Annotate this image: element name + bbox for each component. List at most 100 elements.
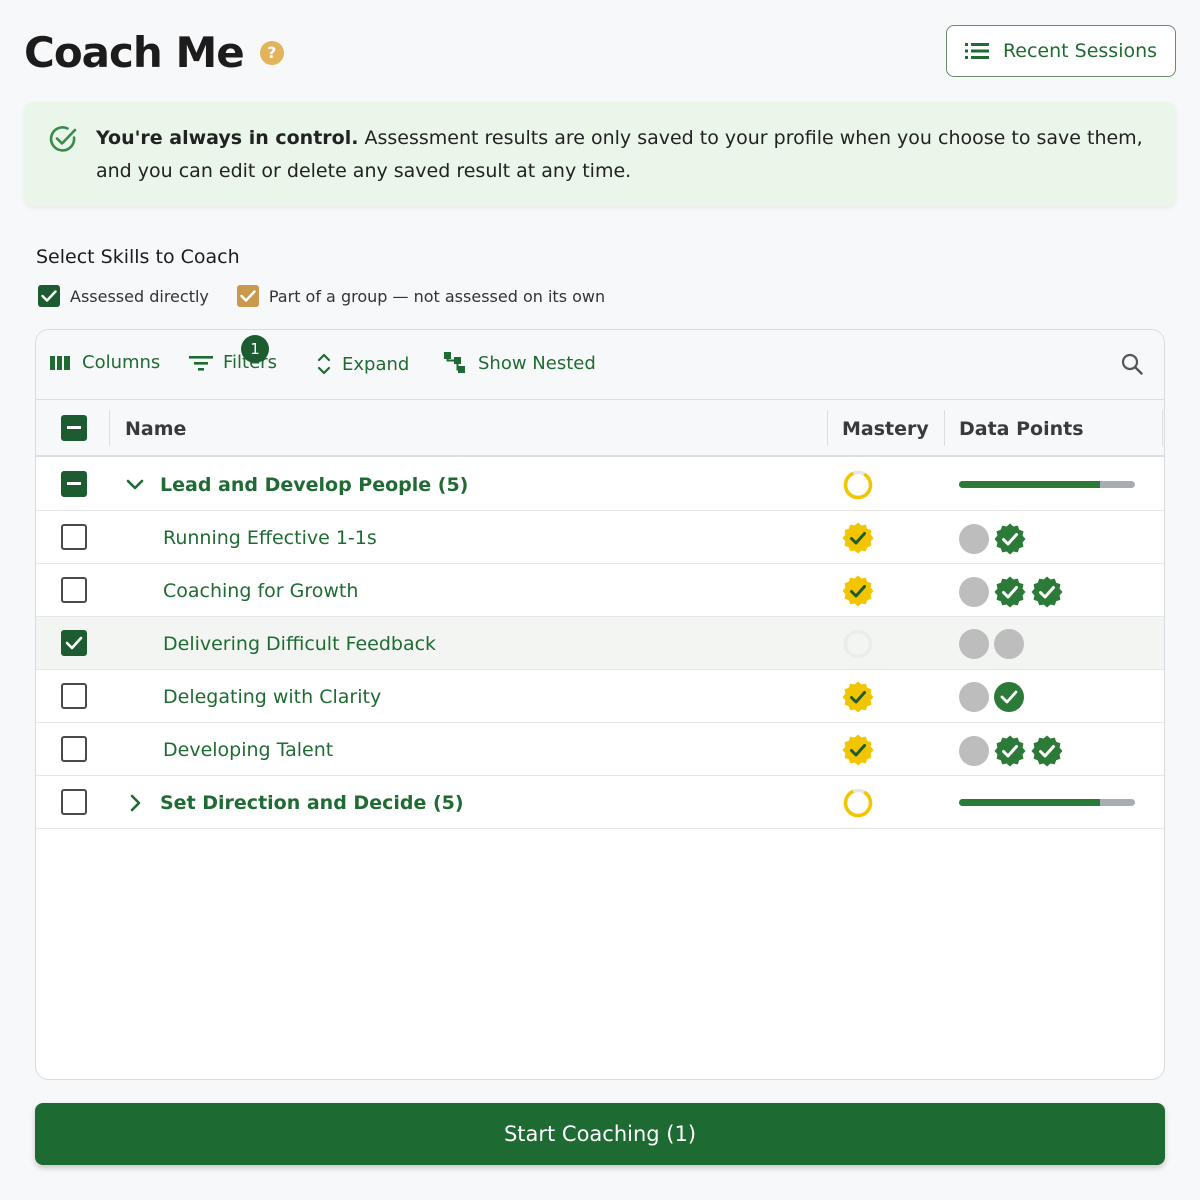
progress-fill <box>959 799 1100 806</box>
legend-label: Part of a group — not assessed on its ow… <box>268 286 606 306</box>
table-row[interactable]: Developing Talent <box>36 723 1164 776</box>
banner-bold-text: You're always in control. <box>96 127 359 149</box>
row-checkbox[interactable] <box>61 577 87 603</box>
row-name: Coaching for Growth <box>163 579 359 602</box>
skills-grid: Columns Filters 1 Expand Show Nested Nam… <box>35 329 1165 1080</box>
columns-icon <box>50 355 70 370</box>
table-row[interactable]: Running Effective 1-1s <box>36 511 1164 564</box>
empty-point-icon <box>959 577 989 607</box>
data-points-cell <box>959 629 1024 659</box>
expand-icon <box>317 353 331 375</box>
column-separator <box>944 410 945 446</box>
row-checkbox[interactable] <box>61 736 87 762</box>
mastery-cell <box>842 787 874 823</box>
table-row[interactable]: Coaching for Growth <box>36 564 1164 617</box>
legend-label: Assessed directly <box>70 286 209 306</box>
show-nested-button[interactable]: Show Nested <box>444 352 596 374</box>
filter-count-badge: 1 <box>241 335 269 363</box>
mastery-badge-icon <box>842 522 874 554</box>
start-coaching-button[interactable]: Start Coaching (1) <box>35 1103 1165 1165</box>
group-row[interactable]: Lead and Develop People (5) <box>36 458 1164 511</box>
mastery-cell <box>842 681 874 717</box>
table-row[interactable]: Delegating with Clarity <box>36 670 1164 723</box>
empty-point-icon <box>959 524 989 554</box>
legend: Assessed directly Part of a group — not … <box>38 285 633 307</box>
control-info-banner: You're always in control. Assessment res… <box>24 102 1176 206</box>
column-separator <box>1162 410 1163 446</box>
show-nested-label: Show Nested <box>478 352 596 374</box>
row-checkbox[interactable] <box>61 524 87 550</box>
data-points-cell <box>959 682 1024 712</box>
data-points-cell <box>959 735 1063 767</box>
mastery-badge-icon <box>842 734 874 766</box>
row-name: Delivering Difficult Feedback <box>163 632 437 655</box>
legend-check-gold-icon <box>236 285 259 307</box>
table-row[interactable]: Delivering Difficult Feedback <box>36 617 1164 670</box>
question-circle-icon[interactable]: ? <box>259 40 284 65</box>
mastery-cell <box>842 522 874 558</box>
columns-button[interactable]: Columns <box>50 352 160 373</box>
select-all-checkbox[interactable] <box>61 415 87 441</box>
row-name: Lead and Develop People (5) <box>160 473 469 496</box>
mastery-badge-icon <box>842 575 874 607</box>
progress-fill <box>959 481 1100 488</box>
chevron-right-icon[interactable] <box>124 792 146 818</box>
verified-point-icon <box>1031 576 1063 608</box>
row-name: Running Effective 1-1s <box>163 526 377 549</box>
mastery-cell <box>842 575 874 611</box>
column-header-data-points[interactable]: Data Points <box>959 400 1084 457</box>
page-title: Coach Me <box>24 28 245 77</box>
chevron-down-icon[interactable] <box>124 474 146 500</box>
list-icon <box>964 43 989 59</box>
legend-assessed-directly: Assessed directly <box>38 285 209 307</box>
empty-point-icon <box>959 682 989 712</box>
partial-mastery-ring-icon <box>843 788 873 818</box>
search-icon <box>1121 353 1143 375</box>
row-checkbox[interactable] <box>61 683 87 709</box>
mastery-cell <box>842 734 874 770</box>
columns-label: Columns <box>82 352 161 373</box>
filter-icon <box>189 355 213 371</box>
mastery-cell <box>842 628 874 664</box>
empty-mastery-ring-icon <box>843 629 873 659</box>
row-checkbox[interactable] <box>61 471 87 497</box>
row-name: Delegating with Clarity <box>163 685 382 708</box>
legend-check-green-icon <box>38 285 60 307</box>
recent-sessions-label: Recent Sessions <box>1002 40 1158 62</box>
verified-point-icon <box>994 735 1026 767</box>
search-button[interactable] <box>1120 352 1144 380</box>
row-name: Set Direction and Decide (5) <box>160 791 464 814</box>
legend-part-of-group: Part of a group — not assessed on its ow… <box>236 285 606 307</box>
row-name: Developing Talent <box>163 738 334 761</box>
expand-label: Expand <box>342 353 410 375</box>
verified-point-icon <box>1031 735 1063 767</box>
check-point-icon <box>994 682 1024 712</box>
partial-mastery-ring-icon <box>843 470 873 500</box>
grid-toolbar: Columns Filters 1 Expand Show Nested <box>36 330 1164 400</box>
column-separator <box>109 410 110 446</box>
verified-point-icon <box>994 576 1026 608</box>
data-points-cell <box>959 523 1026 555</box>
row-checkbox[interactable] <box>61 789 87 815</box>
verified-point-icon <box>994 523 1026 555</box>
recent-sessions-button[interactable]: Recent Sessions <box>946 25 1176 77</box>
banner-text: You're always in control. Assessment res… <box>96 122 1146 188</box>
row-checkbox[interactable] <box>61 630 87 656</box>
section-title: Select Skills to Coach <box>36 246 240 268</box>
page-header: Coach Me ? <box>24 28 284 77</box>
group-row[interactable]: Set Direction and Decide (5) <box>36 776 1164 829</box>
empty-point-icon <box>994 629 1024 659</box>
nested-tree-icon <box>444 352 465 373</box>
column-header-name[interactable]: Name <box>125 400 186 457</box>
column-header-mastery[interactable]: Mastery <box>842 400 929 457</box>
empty-point-icon <box>959 629 989 659</box>
empty-point-icon <box>959 736 989 766</box>
grid-header: Name Mastery Data Points <box>36 400 1164 457</box>
data-points-progress <box>959 481 1135 488</box>
data-points-progress <box>959 799 1135 806</box>
mastery-cell <box>842 469 874 505</box>
expand-button[interactable]: Expand <box>316 352 409 376</box>
check-circle-icon <box>49 126 77 152</box>
mastery-badge-icon <box>842 681 874 713</box>
column-separator <box>827 410 828 446</box>
